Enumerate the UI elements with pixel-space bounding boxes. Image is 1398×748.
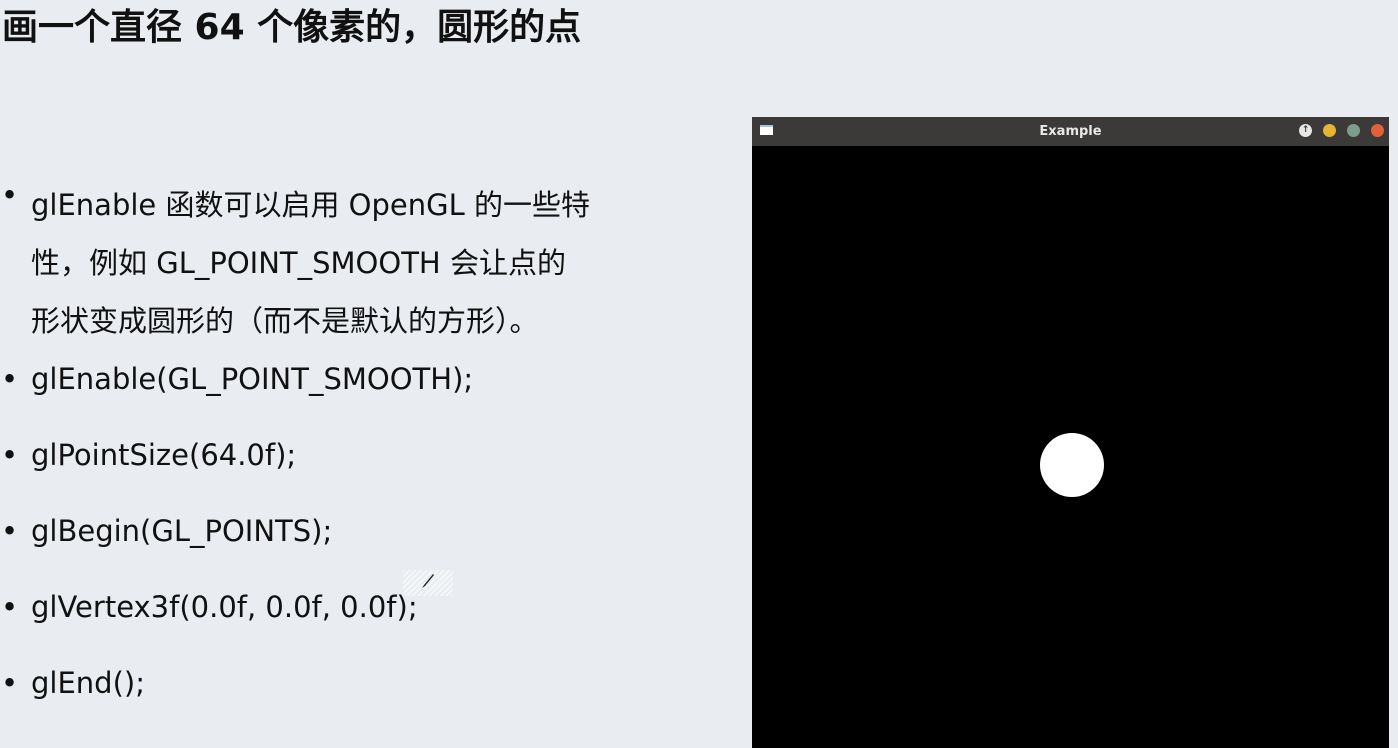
close-icon[interactable] [1371,124,1384,137]
bullet-code-line: glPointSize(64.0f); [0,436,700,474]
intro-line: 性，例如 GL_POINT_SMOOTH 会让点的 [31,246,566,280]
bullet-list: glEnable 函数可以启用 OpenGL 的一些特 性，例如 GL_POIN… [0,176,700,702]
maximize-icon[interactable] [1347,124,1360,137]
bullet-code-line: glVertex3f(0.0f, 0.0f, 0.0f); [0,588,700,626]
bullet-intro: glEnable 函数可以启用 OpenGL 的一些特 性，例如 GL_POIN… [0,176,681,350]
pen-cursor-icon [403,570,453,596]
example-window[interactable]: Example ↑ [752,117,1389,748]
intro-line: glEnable 函数可以启用 OpenGL 的一些特 [31,188,590,222]
restore-icon[interactable]: ↑ [1299,124,1312,137]
bullet-code-line: glEnd(); [0,664,700,702]
opengl-canvas[interactable] [752,146,1389,748]
window-titlebar[interactable]: Example ↑ [752,117,1389,146]
minimize-icon[interactable] [1323,124,1336,137]
slide-title: 画一个直径 64 个像素的，圆形的点 [2,7,582,48]
intro-line: 形状变成圆形的（而不是默认的方形）。 [31,304,539,338]
rendered-round-point [1040,433,1104,497]
window-title: Example [1039,124,1102,139]
bullet-code-line: glBegin(GL_POINTS); [0,512,700,550]
bullet-code-line: glEnable(GL_POINT_SMOOTH); [0,360,700,398]
